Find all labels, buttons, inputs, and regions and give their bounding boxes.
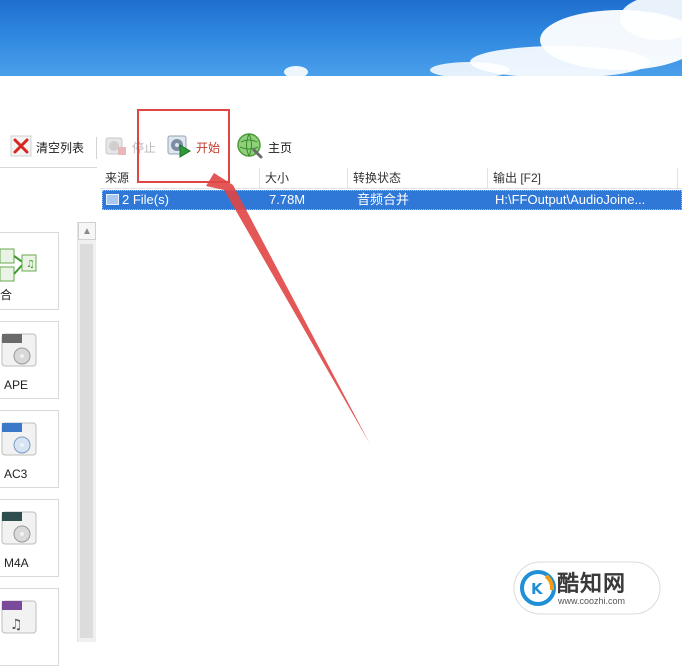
watermark-logo: K 酷知网 www.coozhi.com xyxy=(512,560,662,616)
svg-text:K: K xyxy=(531,580,544,598)
watermark-url: www.coozhi.com xyxy=(558,596,626,606)
annotation-arrow xyxy=(206,173,370,444)
watermark-brand: 酷知网 xyxy=(557,571,627,596)
